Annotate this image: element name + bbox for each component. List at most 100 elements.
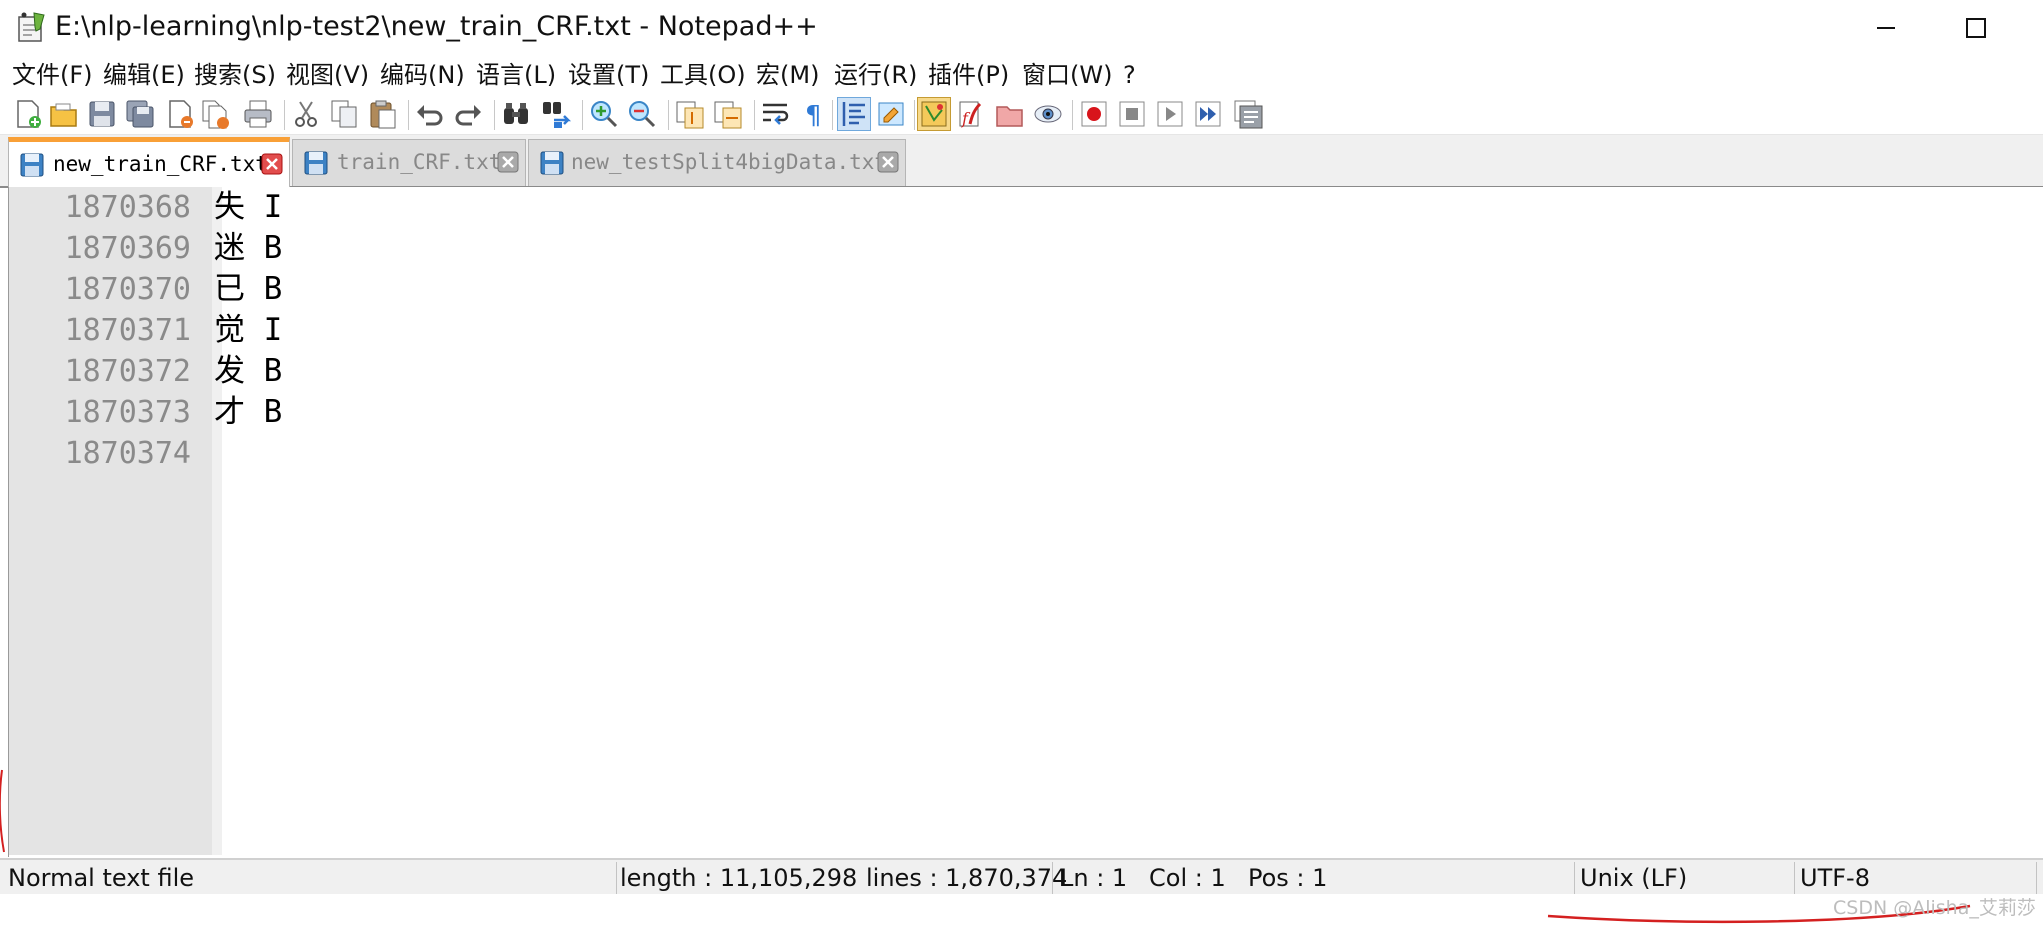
status-divider xyxy=(1794,862,1795,894)
line-text[interactable]: 发 B xyxy=(214,351,282,392)
line-text[interactable]: 失 I xyxy=(214,187,282,228)
menu-encoding[interactable]: 编码(N) xyxy=(380,56,465,94)
line-text[interactable]: 觉 I xyxy=(214,310,282,351)
status-bar: Normal text file length : 11,105,298 lin… xyxy=(0,858,2043,894)
status-col: Col : 1 xyxy=(1149,864,1226,892)
line-text[interactable]: 迷 B xyxy=(214,228,282,269)
function-list-icon[interactable]: f xyxy=(956,98,988,130)
folder-as-workspace-icon[interactable] xyxy=(994,98,1026,130)
paste-icon[interactable] xyxy=(366,98,398,130)
menu-search[interactable]: 搜索(S) xyxy=(194,56,276,94)
close-tab-icon[interactable] xyxy=(261,153,283,175)
toolbar-separator xyxy=(1072,100,1073,130)
menu-view[interactable]: 视图(V) xyxy=(286,56,369,94)
editor-line[interactable]: 1870368 失 I xyxy=(9,187,2039,228)
redo-icon[interactable] xyxy=(452,98,484,130)
close-all-icon[interactable] xyxy=(200,98,232,130)
record-macro-icon[interactable] xyxy=(1078,98,1110,130)
minimize-button[interactable] xyxy=(1866,10,1906,46)
close-file-icon[interactable] xyxy=(164,98,196,130)
tab-new-testsplit4bigdata[interactable]: new_testSplit4bigData.txt xyxy=(528,139,906,186)
save-icon[interactable] xyxy=(86,98,118,130)
print-icon[interactable] xyxy=(242,98,274,130)
sync-vertical-icon[interactable] xyxy=(674,98,706,130)
menu-help[interactable]: ? xyxy=(1123,56,1136,94)
status-length: length : 11,105,298 xyxy=(620,864,858,892)
menu-tools[interactable]: 工具(O) xyxy=(660,56,746,94)
close-tab-icon[interactable] xyxy=(497,151,519,173)
editor-line[interactable]: 1870374 xyxy=(9,433,2039,474)
word-wrap-icon[interactable] xyxy=(760,98,792,130)
csdn-watermark: CSDN @Alisha_艾莉莎 xyxy=(1833,897,2036,919)
menu-edit[interactable]: 编辑(E) xyxy=(103,56,185,94)
play-macro-icon[interactable] xyxy=(1154,98,1186,130)
toolbar-separator xyxy=(582,100,583,130)
toolbar-separator xyxy=(668,100,669,130)
menu-language[interactable]: 语言(L) xyxy=(476,56,556,94)
maximize-button[interactable] xyxy=(1955,10,1995,46)
toolbar-separator xyxy=(832,100,833,130)
menu-window[interactable]: 窗口(W) xyxy=(1022,56,1112,94)
line-number: 1870371 xyxy=(64,313,191,348)
replace-icon[interactable] xyxy=(540,98,572,130)
show-all-chars-icon[interactable]: ¶ xyxy=(798,98,830,130)
minimize-icon xyxy=(1877,27,1895,29)
title-bar: E:\nlp-learning\nlp-test2\new_train_CRF.… xyxy=(0,0,2043,54)
status-divider xyxy=(1574,862,1575,894)
copy-icon[interactable] xyxy=(328,98,360,130)
tab-train-crf[interactable]: train_CRF.txt xyxy=(292,139,526,186)
user-defined-language-icon[interactable] xyxy=(876,98,908,130)
save-macro-icon[interactable] xyxy=(1232,98,1264,130)
run-macro-multiple-icon[interactable] xyxy=(1192,98,1224,130)
tab-label: new_testSplit4bigData.txt xyxy=(571,150,888,174)
cut-icon[interactable] xyxy=(290,98,322,130)
menu-plugins[interactable]: 插件(P) xyxy=(928,56,1009,94)
line-text[interactable]: 已 B xyxy=(214,269,282,310)
menu-file[interactable]: 文件(F) xyxy=(12,56,93,94)
status-lines: lines : 1,870,374 xyxy=(866,864,1068,892)
svg-text:¶: ¶ xyxy=(805,101,822,130)
line-text[interactable]: 才 B xyxy=(214,392,282,433)
window-title: E:\nlp-learning\nlp-test2\new_train_CRF.… xyxy=(55,11,818,42)
close-tab-icon[interactable] xyxy=(877,151,899,173)
tab-label: new_train_CRF.txt xyxy=(53,152,268,176)
menu-run[interactable]: 运行(R) xyxy=(834,56,917,94)
sync-horizontal-icon[interactable] xyxy=(712,98,744,130)
status-file-type: Normal text file xyxy=(8,864,195,892)
line-number: 1870370 xyxy=(64,272,191,307)
open-file-icon[interactable] xyxy=(48,98,80,130)
toolbar-separator xyxy=(284,100,285,130)
zoom-out-icon[interactable] xyxy=(626,98,658,130)
toolbar-separator xyxy=(914,100,915,130)
tab-label: train_CRF.txt xyxy=(337,150,502,174)
text-editor[interactable]: 1870368 失 I 1870369 迷 B 1870370 已 B 1870… xyxy=(8,187,2043,857)
red-side-stroke xyxy=(0,769,5,853)
save-all-icon[interactable] xyxy=(124,98,156,130)
saved-file-icon xyxy=(540,151,564,175)
status-eol[interactable]: Unix (LF) xyxy=(1580,860,1687,896)
find-icon[interactable] xyxy=(500,98,532,130)
menu-settings[interactable]: 设置(T) xyxy=(568,56,649,94)
new-file-icon[interactable] xyxy=(12,98,44,130)
undo-icon[interactable] xyxy=(414,98,446,130)
editor-line[interactable]: 1870370 已 B xyxy=(9,269,2039,310)
status-divider xyxy=(1052,862,1053,894)
document-map-icon[interactable] xyxy=(917,97,951,131)
editor-line[interactable]: 1870373 才 B xyxy=(9,392,2039,433)
status-encoding[interactable]: UTF-8 xyxy=(1800,860,1870,896)
editor-line[interactable]: 1870372 发 B xyxy=(9,351,2039,392)
menu-macro[interactable]: 宏(M) xyxy=(756,56,819,94)
editor-line[interactable]: 1870369 迷 B xyxy=(9,228,2039,269)
stop-macro-icon[interactable] xyxy=(1116,98,1148,130)
notepadpp-app-icon xyxy=(18,12,45,42)
saved-file-icon xyxy=(304,151,328,175)
toolbar-separator xyxy=(408,100,409,130)
line-number: 1870374 xyxy=(64,436,191,471)
tab-new-train-crf[interactable]: new_train_CRF.txt xyxy=(8,137,290,188)
zoom-in-icon[interactable] xyxy=(588,98,620,130)
line-number: 1870369 xyxy=(64,231,191,266)
editor-line[interactable]: 1870371 觉 I xyxy=(9,310,2039,351)
indent-guide-icon[interactable] xyxy=(837,97,871,131)
monitoring-eye-icon[interactable] xyxy=(1032,98,1064,130)
tab-bar: new_train_CRF.txt train_CRF.txt new_test… xyxy=(0,135,2043,188)
